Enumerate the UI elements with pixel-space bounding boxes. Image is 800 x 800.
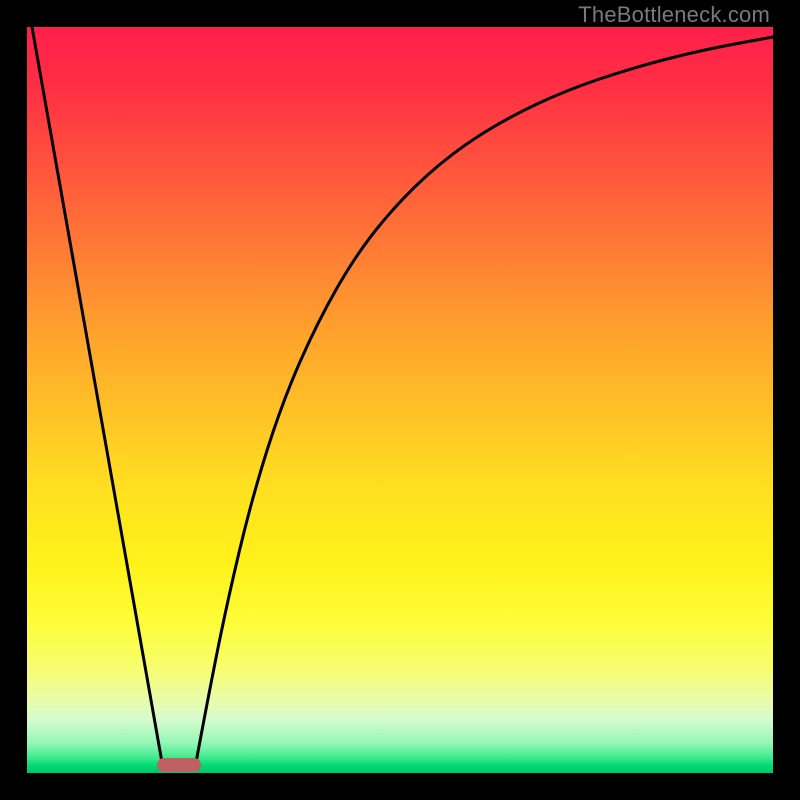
watermark-text: TheBottleneck.com xyxy=(578,2,770,28)
minimum-marker xyxy=(157,758,201,772)
curve-layer xyxy=(27,27,773,773)
right-curve xyxy=(195,37,773,768)
plot-area xyxy=(27,27,773,773)
left-line xyxy=(32,27,163,768)
chart-frame: TheBottleneck.com xyxy=(0,0,800,800)
